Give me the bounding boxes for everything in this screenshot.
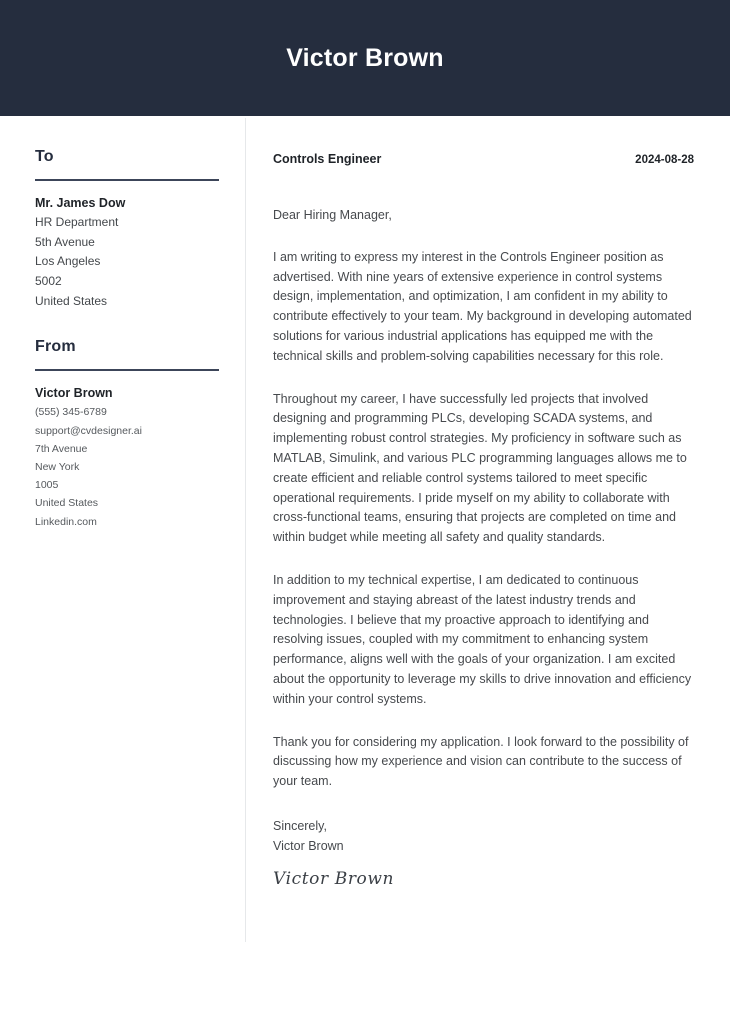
recipient-country: United States (35, 293, 108, 308)
recipient-department: HR Department (35, 215, 119, 230)
recipient-name: Mr. James Dow (35, 195, 126, 210)
sidebar-section-gap (35, 311, 219, 338)
sender-country: United States (35, 497, 99, 510)
recipient-section: To Mr. James Dow HR Department 5th Avenu… (35, 148, 219, 311)
column-divider (245, 118, 246, 942)
signature: Victor Brown (273, 868, 395, 889)
letter-paragraph: In addition to my technical expertise, I… (273, 572, 692, 706)
from-heading: From (35, 338, 76, 356)
sender-name: Victor Brown (35, 385, 113, 400)
sidebar: To Mr. James Dow HR Department 5th Avenu… (35, 148, 219, 531)
recipient-city: Los Angeles (35, 254, 101, 269)
recipient-postal-code: 5002 (35, 273, 62, 288)
header-banner: Victor Brown (0, 0, 730, 116)
sender-email: support@cvdesigner.ai (35, 424, 142, 437)
closing-line: Sincerely, (273, 818, 327, 833)
job-title: Controls Engineer (273, 152, 382, 166)
candidate-name-header: Victor Brown (286, 43, 444, 72)
closing-name: Victor Brown (273, 838, 344, 853)
letter-paragraph: Throughout my career, I have successfull… (273, 391, 687, 545)
sender-linkedin: Linkedin.com (35, 515, 97, 528)
cover-letter-page: Victor Brown To Mr. James Dow HR Departm… (0, 0, 730, 1024)
letter-paragraph: I am writing to express my interest in t… (273, 249, 692, 363)
sender-section: From Victor Brown (555) 345-6789 support… (35, 338, 219, 531)
sender-phone: (555) 345-6789 (35, 406, 107, 419)
letter-paragraph: Thank you for considering my application… (273, 734, 689, 789)
sender-city: New York (35, 460, 80, 473)
salutation: Dear Hiring Manager, (273, 207, 392, 222)
letter-body: Controls Engineer 2024-08-28 Dear Hiring… (273, 152, 694, 889)
to-heading-rule (35, 178, 219, 181)
letter-header-row: Controls Engineer 2024-08-28 (273, 152, 694, 168)
letter-date: 2024-08-28 (635, 154, 694, 166)
sender-postal-code: 1005 (35, 479, 59, 492)
sender-street: 7th Avenue (35, 442, 88, 455)
recipient-street: 5th Avenue (35, 234, 95, 249)
to-heading: To (35, 148, 54, 165)
from-heading-rule (35, 368, 219, 371)
